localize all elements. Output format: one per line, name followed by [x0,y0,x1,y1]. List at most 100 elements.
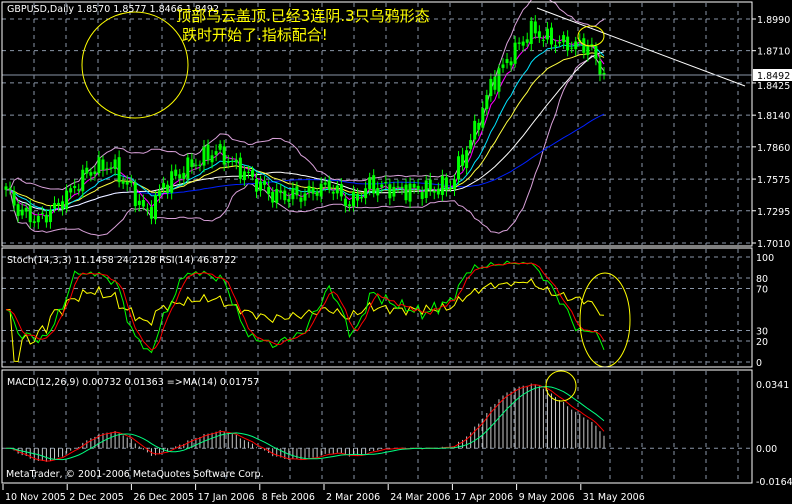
candle-body[interactable] [170,171,174,193]
candle-body[interactable] [101,159,105,171]
candle-body[interactable] [368,177,372,190]
stoch-rsi-panel[interactable] [5,260,631,368]
candle-body[interactable] [214,151,218,155]
candle-body[interactable] [69,188,73,193]
candle-body[interactable] [574,41,578,50]
candle-body[interactable] [444,177,448,191]
candle-body[interactable] [12,191,16,206]
candle-body[interactable] [230,160,234,162]
candle-body[interactable] [493,76,497,90]
candle-body[interactable] [412,184,416,188]
candle-body[interactable] [81,169,85,192]
candle-body[interactable] [97,157,101,174]
candle-body[interactable] [52,203,56,209]
candle-body[interactable] [521,41,525,46]
candle-body[interactable] [384,181,388,184]
candle-body[interactable] [77,189,81,191]
candle-body[interactable] [477,122,481,130]
candle-body[interactable] [558,42,562,44]
candle-body[interactable] [291,188,295,200]
candle-body[interactable] [57,202,61,206]
candle-body[interactable] [234,159,238,163]
candle-body[interactable] [162,182,166,189]
candle-body[interactable] [356,193,360,201]
candle-body[interactable] [392,186,396,197]
candle-body[interactable] [501,64,505,68]
candle-body[interactable] [198,164,202,166]
candle-body[interactable] [166,184,170,193]
candle-body[interactable] [259,181,263,191]
candle-body[interactable] [218,144,222,150]
candle-body[interactable] [404,184,408,201]
candle-body[interactable] [85,167,89,174]
candle-body[interactable] [461,154,465,166]
candle-body[interactable] [113,159,117,169]
candle-body[interactable] [541,39,545,41]
candle-body[interactable] [178,174,182,179]
candle-body[interactable] [44,214,48,223]
candle-body[interactable] [315,191,319,196]
candle-body[interactable] [335,185,339,194]
candle-body[interactable] [505,59,509,64]
candle-body[interactable] [509,61,513,66]
candle-body[interactable] [396,186,400,188]
candle-body[interactable] [323,182,327,185]
candle-body[interactable] [416,185,420,190]
candle-body[interactable] [206,144,210,161]
candle-body[interactable] [93,171,97,175]
candle-body[interactable] [48,209,52,223]
candle-body[interactable] [533,21,537,34]
candle-body[interactable] [489,78,493,97]
candle-body[interactable] [190,159,194,167]
candle-body[interactable] [133,183,137,207]
candle-body[interactable] [154,195,157,220]
candle-body[interactable] [440,176,444,195]
candle-body[interactable] [129,181,133,183]
candle-body[interactable] [554,45,558,47]
candle-body[interactable] [158,190,162,197]
candle-body[interactable] [420,191,424,199]
price-panel[interactable] [2,0,752,237]
candle-body[interactable] [428,179,432,191]
candle-body[interactable] [149,206,153,219]
candle-body[interactable] [372,175,376,194]
candle-body[interactable] [347,204,351,207]
candle-body[interactable] [513,42,517,64]
candle-body[interactable] [242,171,246,181]
candle-body[interactable] [4,186,8,190]
candle-body[interactable] [529,20,533,44]
candle-body[interactable] [238,157,242,179]
candle-body[interactable] [424,180,428,198]
candle-body[interactable] [182,172,186,179]
candle-body[interactable] [549,27,553,45]
candle-body[interactable] [40,212,44,214]
candle-body[interactable] [263,180,267,185]
candle-body[interactable] [299,197,303,202]
candle-body[interactable] [432,190,436,193]
candle-body[interactable] [537,31,541,38]
candle-body[interactable] [331,191,335,194]
candle-body[interactable] [586,45,590,56]
candle-body[interactable] [436,188,440,195]
candle-body[interactable] [145,208,149,210]
candle-body[interactable] [465,150,469,168]
candle-body[interactable] [174,169,178,176]
candle-body[interactable] [73,185,77,189]
candle-body[interactable] [226,161,230,163]
candle-body[interactable] [360,197,364,199]
candle-body[interactable] [343,198,347,206]
candle-body[interactable] [109,167,113,169]
candle-body[interactable] [28,205,32,223]
candle-body[interactable] [222,146,226,165]
candle-body[interactable] [598,60,602,76]
candle-body[interactable] [194,164,198,166]
candle-body[interactable] [408,183,412,202]
candle-body[interactable] [117,157,121,183]
candle-body[interactable] [327,180,331,190]
candle-body[interactable] [380,184,384,188]
candle-body[interactable] [481,108,485,128]
candle-body[interactable] [210,155,214,163]
candle-body[interactable] [485,95,489,109]
candle-body[interactable] [582,38,586,53]
candle-body[interactable] [255,178,259,192]
